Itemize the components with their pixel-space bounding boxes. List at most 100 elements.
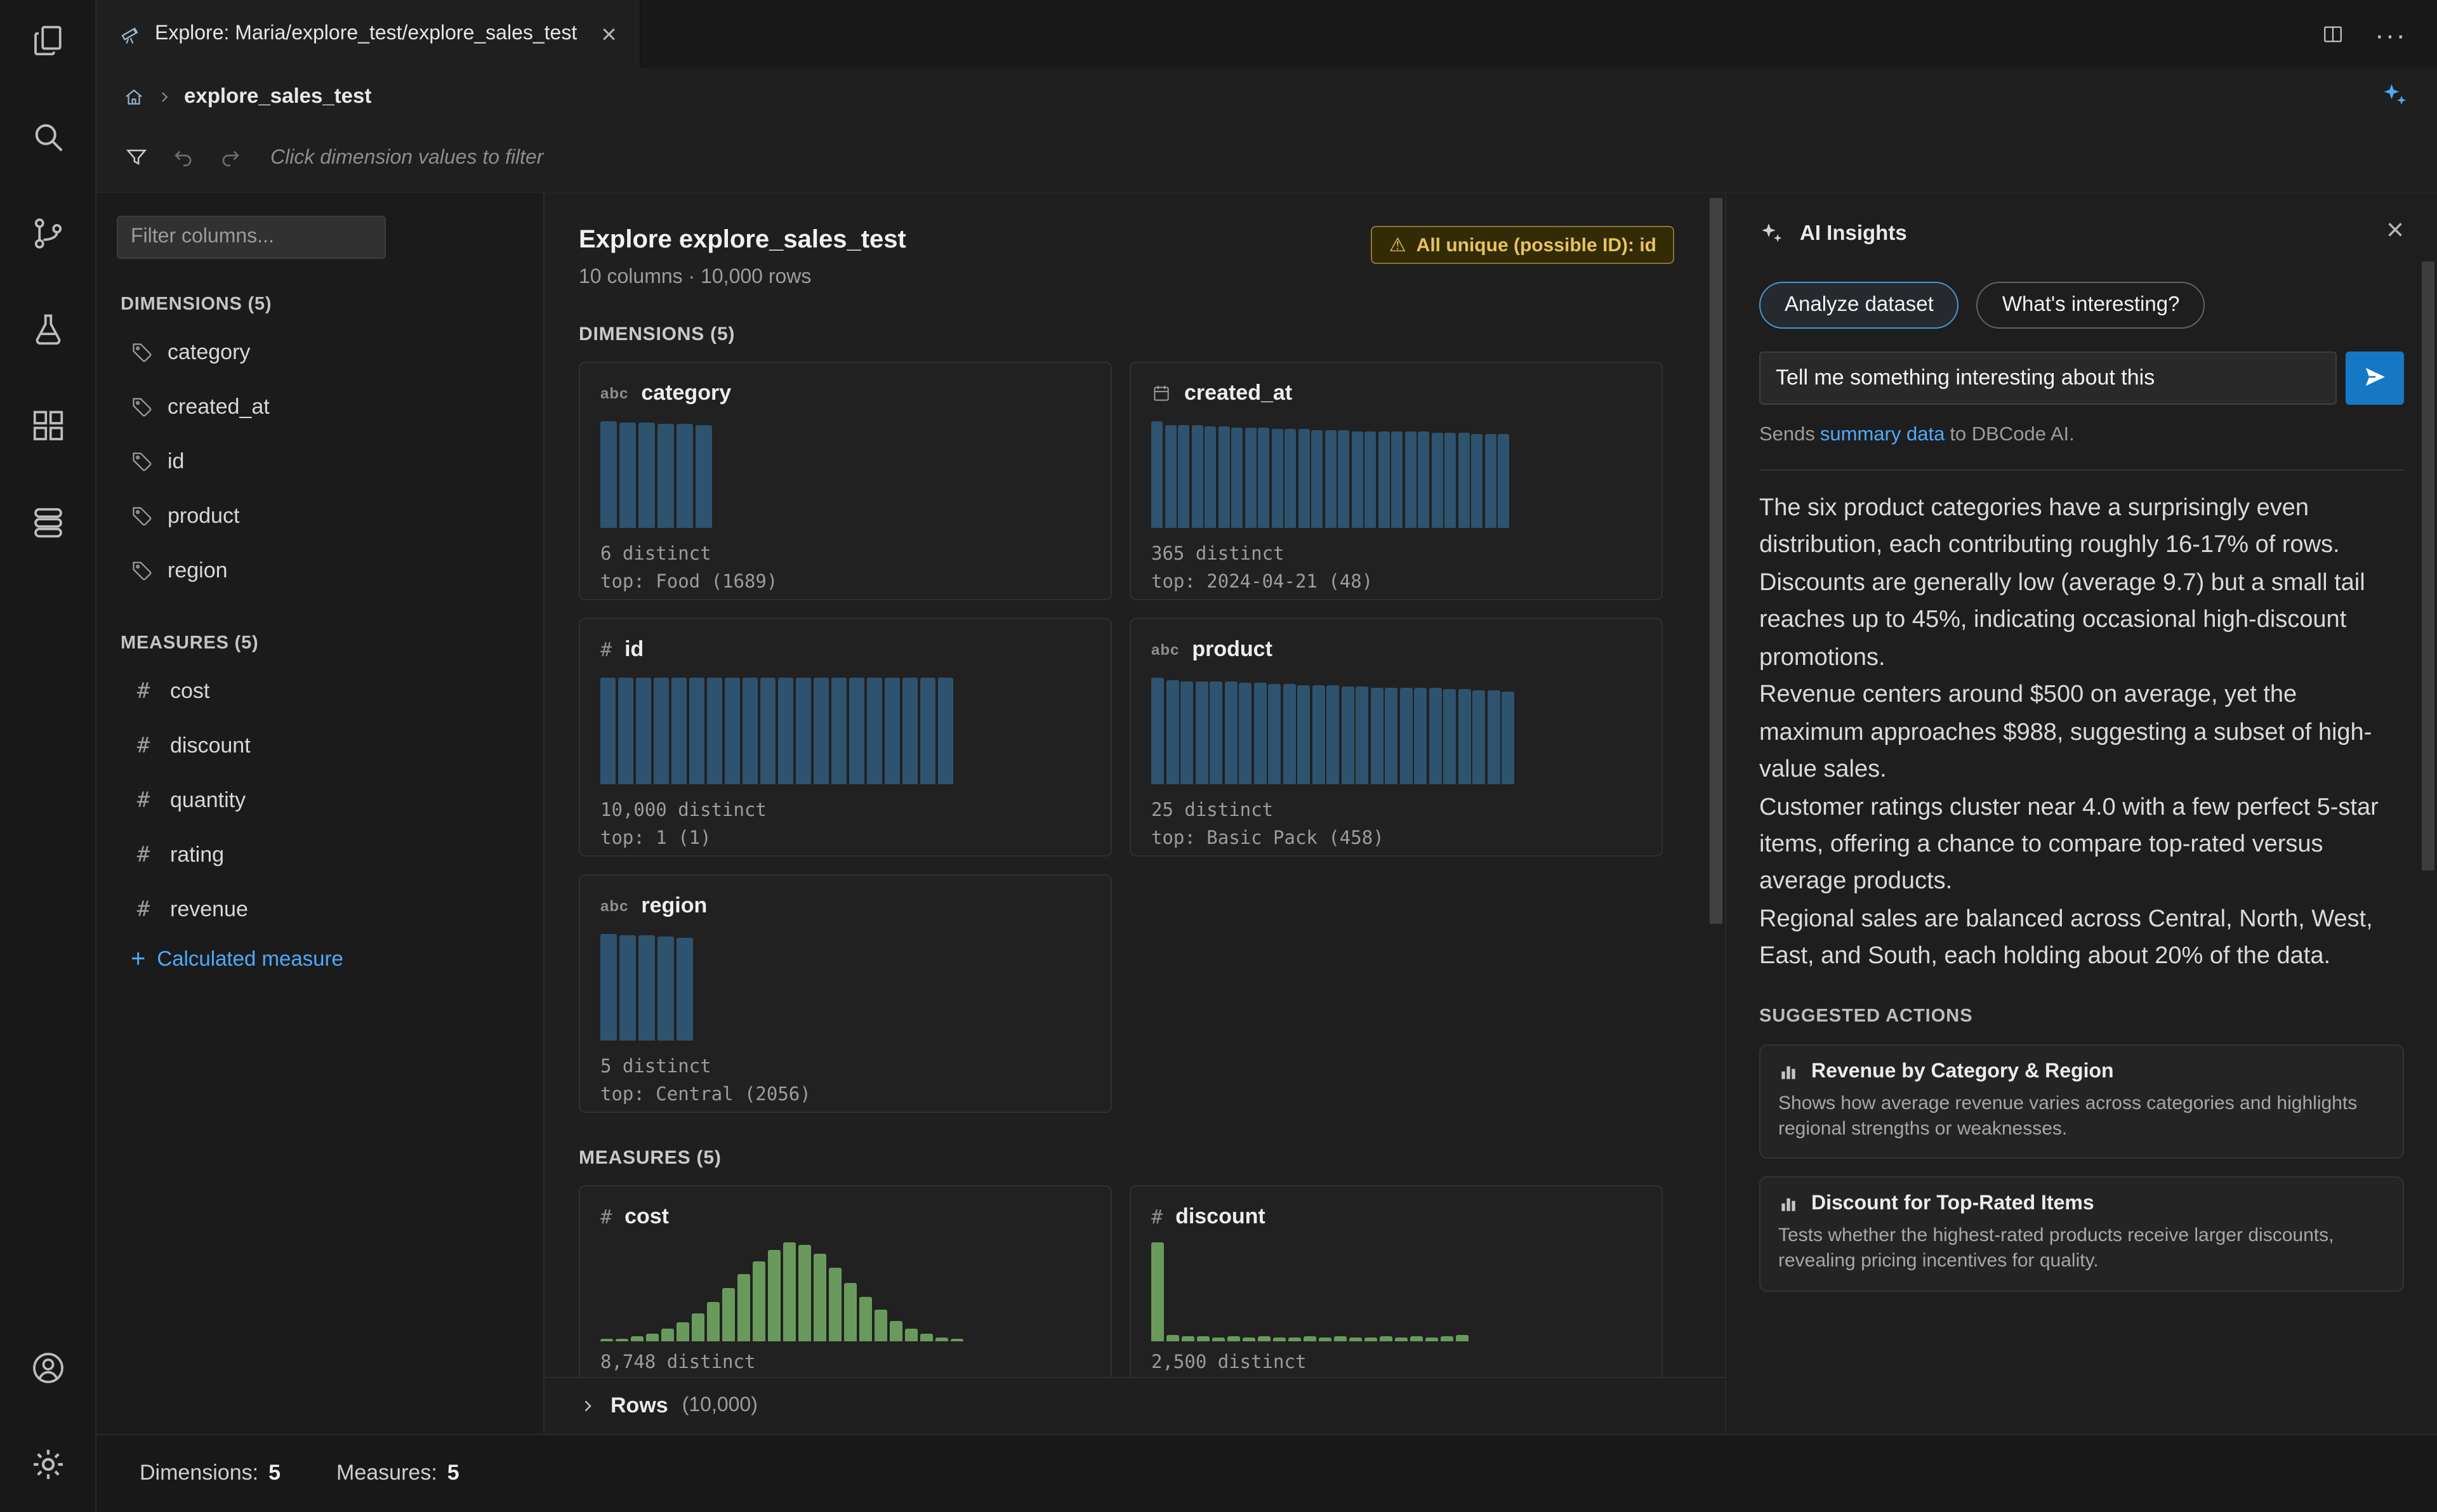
undo-icon[interactable] [171,146,195,170]
status-dimensions: Dimensions: 5 [140,1461,281,1485]
sidebar-item-label: category [168,339,251,364]
ai-sparkle-icon[interactable] [2381,81,2409,115]
settings-gear-icon[interactable] [27,1443,68,1484]
warning-icon: ⚠ [1389,235,1406,256]
distinct-count: 8,748 distinct [600,1353,756,1373]
region-histogram[interactable] [600,934,1090,1041]
sidebar-item-label: region [168,558,228,582]
filter-columns-input[interactable] [117,216,386,259]
cost-histogram[interactable] [600,1242,1090,1341]
sidebar-item-id[interactable]: id [96,434,543,489]
bar-chart-icon [1778,1194,1799,1214]
breadcrumb-item[interactable]: explore_sales_test [184,84,371,108]
column-card-region[interactable]: abc region 5 distinct top: Central (2056… [579,874,1112,1113]
sidebar-item-label: quantity [170,787,246,812]
breadcrumb: explore_sales_test [96,69,2437,124]
suggestion-discount-top-rated[interactable]: Discount for Top-Rated Items Tests wheth… [1759,1176,2404,1292]
abc-type-icon: abc [600,897,629,915]
sidebar-item-product[interactable]: product [96,489,543,543]
sidebar-item-discount[interactable]: # discount [96,718,543,773]
close-icon[interactable]: × [2386,213,2404,249]
hash-type-icon: # [600,638,612,661]
column-card-product[interactable]: abc product 25 distinct top: Basic Pack … [1130,618,1663,857]
more-actions-icon[interactable]: ··· [2375,20,2407,48]
distinct-count: 6 distinct [600,544,711,565]
suggestion-title: Revenue by Category & Region [1811,1060,2114,1082]
telescope-icon [119,23,141,45]
column-name: region [641,893,708,917]
top-value: top: Food (1689) [600,572,778,593]
extensions-icon[interactable] [27,406,68,447]
explore-scrollbar[interactable] [1710,198,1722,924]
sidebar-item-label: id [168,449,185,473]
source-control-icon[interactable] [27,213,68,254]
ai-prompt-input[interactable] [1759,352,2337,405]
column-card-discount[interactable]: # discount 2,500 distinct [1130,1185,1663,1376]
unique-id-warning-badge: ⚠ All unique (possible ID): id [1371,226,1674,264]
top-value: top: 1 (1) [600,829,711,850]
explorer-icon[interactable] [27,20,68,61]
funnel-icon[interactable] [124,146,149,170]
insight-paragraph: Discounts are generally low (average 9.7… [1759,569,2365,671]
column-card-id[interactable]: # id 10,000 distinct top: 1 (1) [579,618,1112,857]
sidebar-item-quantity[interactable]: # quantity [96,773,543,827]
column-card-cost[interactable]: # cost 8,748 distinct [579,1185,1112,1376]
insight-paragraph: The six product categories have a surpri… [1759,495,2340,559]
database-icon[interactable] [27,503,68,543]
sidebar-item-label: revenue [170,897,248,921]
discount-histogram[interactable] [1151,1242,1641,1341]
account-icon[interactable] [27,1347,68,1388]
sidebar-item-category[interactable]: category [96,325,543,379]
send-button[interactable] [2346,352,2404,405]
distinct-count: 365 distinct [1151,544,1285,565]
add-calculated-measure-button[interactable]: + Calculated measure [96,947,543,972]
flask-icon[interactable] [27,310,68,350]
tag-icon [131,450,154,473]
sidebar-item-revenue[interactable]: # revenue [96,882,543,937]
top-value: top: 2024-04-21 (48) [1151,572,1373,593]
sidebar-item-label: rating [170,842,225,866]
ai-disclaimer: Sends summary data to DBCode AI. [1759,424,2075,445]
created-at-histogram[interactable] [1151,421,1641,528]
id-histogram[interactable] [600,678,1090,784]
tab-title: Explore: Maria/explore_test/explore_sale… [155,23,578,44]
top-value: top: Basic Pack (458) [1151,829,1384,850]
tab-explore[interactable]: Explore: Maria/explore_test/explore_sale… [96,0,641,69]
hash-type-icon: # [600,1206,612,1228]
warning-text: All unique (possible ID): id [1416,234,1656,256]
tag-icon [131,395,154,418]
summary-data-link[interactable]: summary data [1820,424,1945,445]
suggested-actions-header: SUGGESTED ACTIONS [1759,1006,1973,1027]
rows-section-toggle[interactable]: Rows (10,000) [545,1376,1725,1433]
column-card-created-at[interactable]: created_at 365 distinct top: 2024-04-21 … [1130,362,1663,600]
ai-panel-scrollbar[interactable] [2422,261,2434,871]
whats-interesting-button[interactable]: What's interesting? [1976,282,2205,329]
suggestion-revenue-by-category[interactable]: Revenue by Category & Region Shows how a… [1759,1044,2404,1159]
rows-count: (10,000) [682,1394,758,1416]
product-histogram[interactable] [1151,678,1641,784]
dimensions-section-header: DIMENSIONS (5) [121,294,272,315]
ai-insights-panel: AI Insights × Analyze dataset What's int… [1725,193,2437,1433]
status-measures: Measures: 5 [336,1461,459,1485]
home-icon[interactable] [123,86,145,107]
chevron-right-icon [156,88,173,105]
analyze-dataset-button[interactable]: Analyze dataset [1759,282,1959,329]
plus-icon: + [131,945,146,973]
rows-label: Rows [611,1393,668,1417]
category-histogram[interactable] [600,421,1090,528]
search-icon[interactable] [27,117,68,157]
tab-close-icon[interactable]: × [601,21,617,48]
redo-icon[interactable] [218,146,242,170]
split-editor-icon[interactable] [2321,23,2344,46]
abc-type-icon: abc [1151,641,1180,659]
measures-section-header: MEASURES (5) [121,633,259,654]
workbench: Explore: Maria/explore_test/explore_sale… [96,0,2437,1512]
sidebar-item-rating[interactable]: # rating [96,827,543,882]
column-name: id [624,637,644,661]
hash-icon: # [136,733,150,758]
tab-bar: Explore: Maria/explore_test/explore_sale… [96,0,2437,69]
sidebar-item-created-at[interactable]: created_at [96,379,543,434]
column-card-category[interactable]: abc category 6 distinct top: Food (1689) [579,362,1112,600]
sidebar-item-region[interactable]: region [96,543,543,598]
sidebar-item-cost[interactable]: # cost [96,664,543,718]
